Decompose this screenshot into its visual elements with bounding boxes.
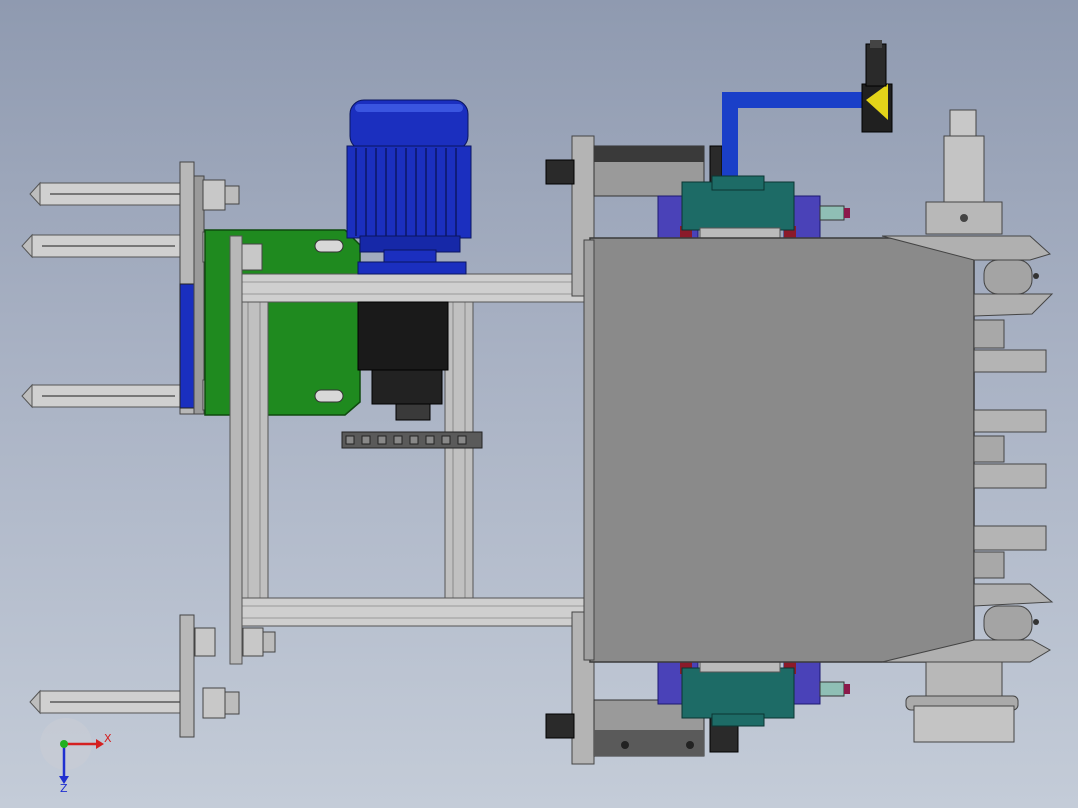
x-axis-label: X — [104, 732, 112, 745]
bolt-nut-plate — [239, 243, 263, 271]
anchor-bolt-top — [29, 181, 191, 207]
frame-end-cap-left — [229, 235, 243, 665]
frame-rail-top — [231, 273, 585, 303]
assembly-drawing: X Z — [21, 40, 1054, 795]
cad-viewport[interactable]: X Z — [0, 0, 1078, 808]
solenoid-valve — [861, 40, 893, 133]
gearbox — [357, 301, 449, 421]
main-housing — [589, 237, 975, 663]
anchor-bolt-upper — [21, 233, 183, 259]
z-axis-label: Z — [60, 782, 68, 795]
anchor-bolt-middle — [21, 383, 183, 409]
shaft-bottom — [905, 661, 1019, 743]
anchor-bolt-bottom — [29, 689, 191, 715]
motor-mount-plate — [204, 229, 361, 416]
bearing-block-top — [657, 175, 850, 241]
sprocket — [341, 431, 483, 449]
frame-rail-bottom — [231, 597, 585, 627]
shaft-top — [925, 109, 1003, 235]
mounting-plate-lower — [179, 614, 195, 738]
bearing-block-bottom — [657, 659, 850, 727]
electric-motor — [346, 99, 472, 275]
axis-triad: X Z — [40, 718, 112, 795]
hydraulic-hose — [722, 92, 864, 176]
mounting-plate-upper — [179, 161, 205, 415]
y-axis-dot — [60, 740, 68, 748]
